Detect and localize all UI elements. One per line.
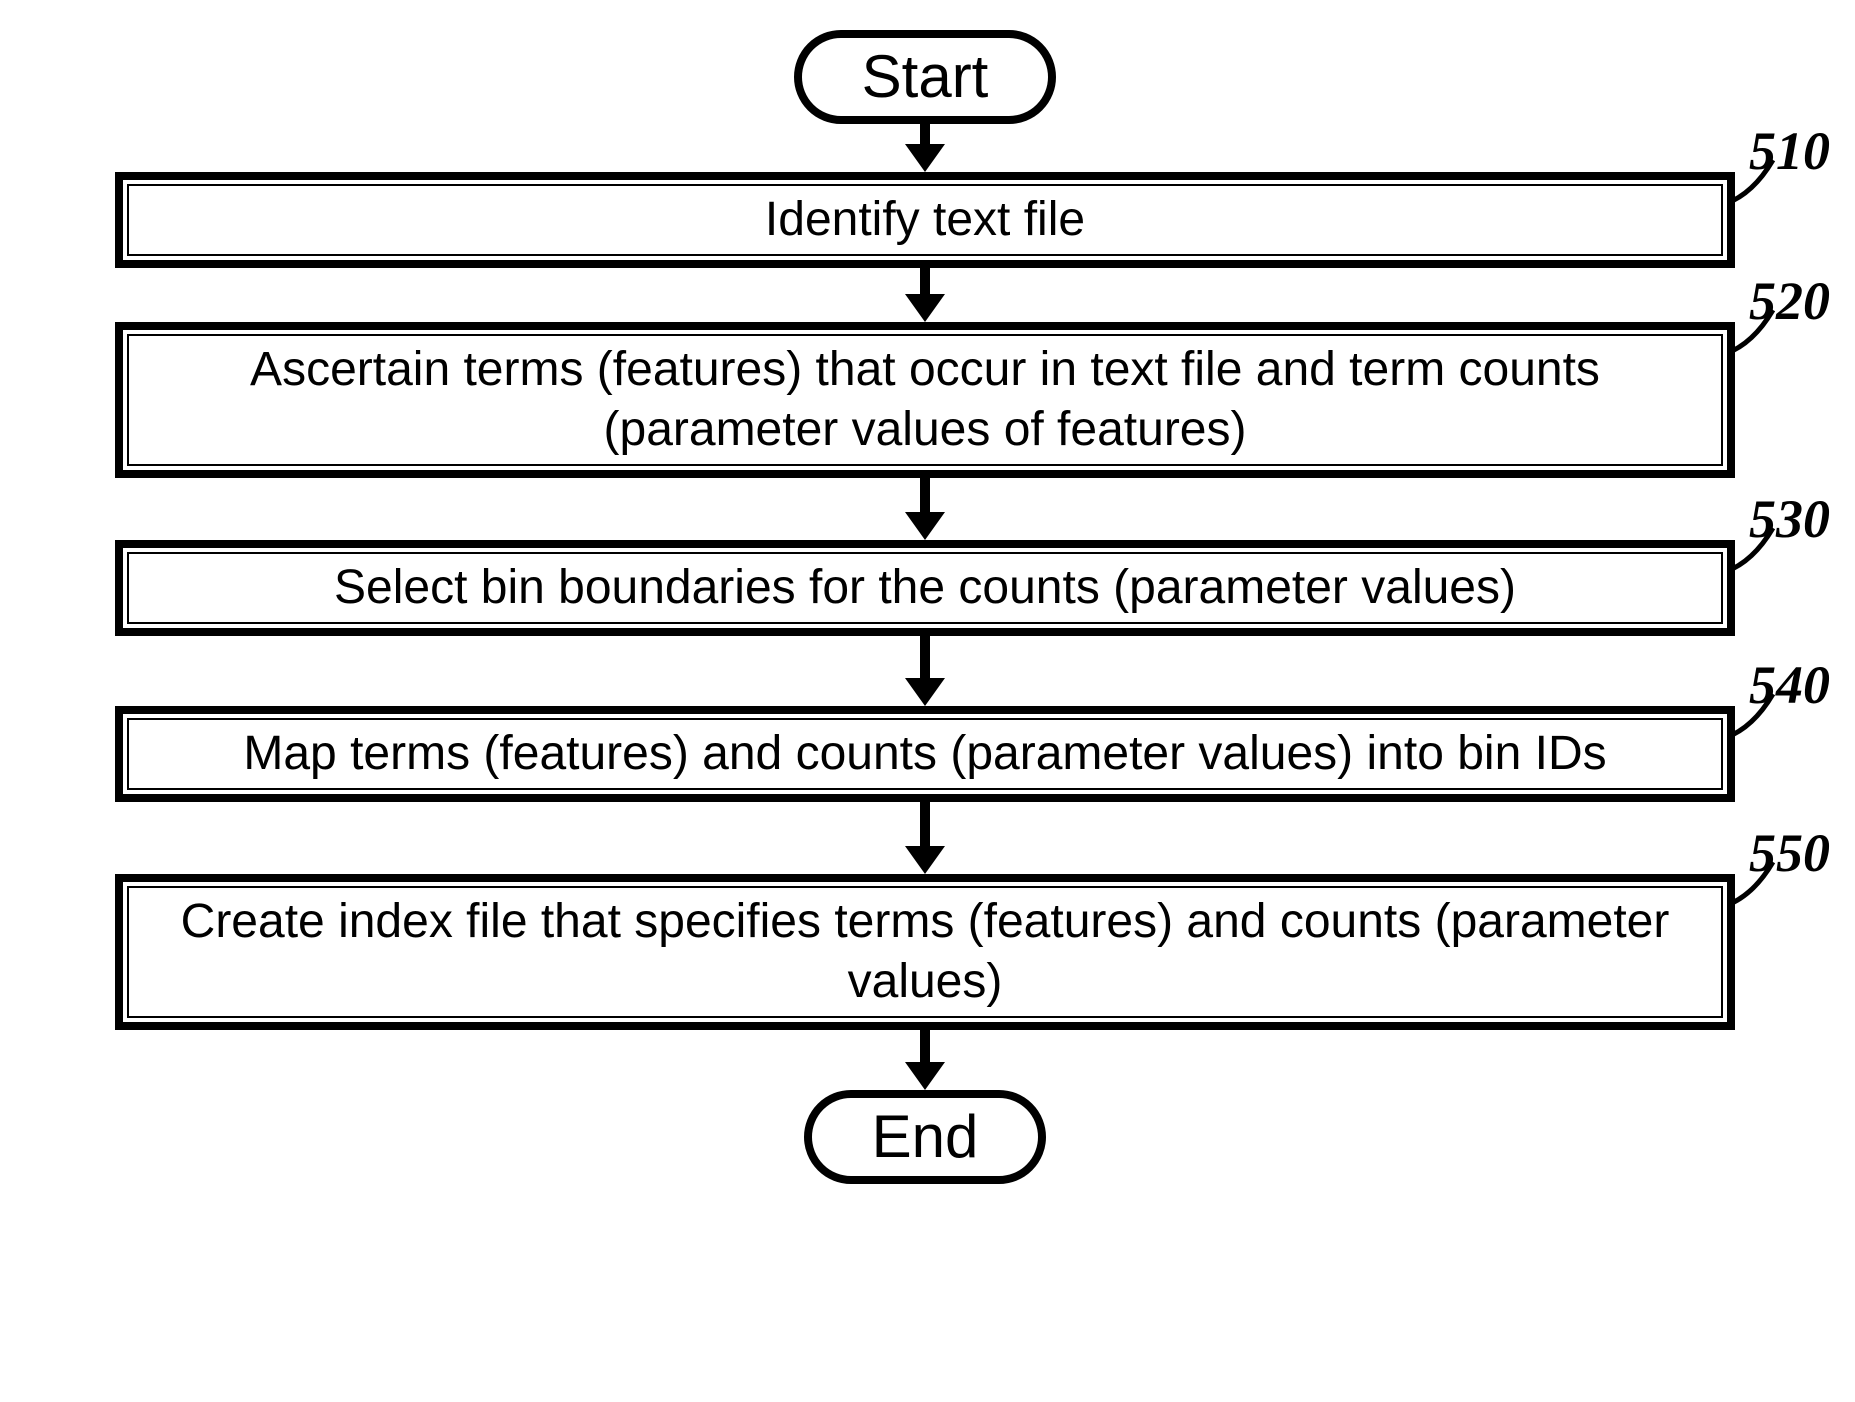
process-step-550: 550 Create index file that specifies ter… [115, 874, 1735, 1030]
process-step-530: 530 Select bin boundaries for the counts… [115, 540, 1735, 636]
process-step-520: 520 Ascertain terms (features) that occu… [115, 322, 1735, 478]
ref-label: 530 [1749, 488, 1830, 550]
process-step-510: 510 Identify text file [115, 172, 1735, 268]
process-text: Create index file that specifies terms (… [181, 895, 1670, 1008]
ref-label: 520 [1749, 270, 1830, 332]
end-label: End [872, 1103, 979, 1170]
flowchart-container: Start 510 Identify text file 520 Ascerta… [60, 30, 1790, 1184]
process-box: Identify text file [115, 172, 1735, 268]
process-text: Select bin boundaries for the counts (pa… [334, 561, 1516, 614]
ref-label: 550 [1749, 822, 1830, 884]
ref-label: 510 [1749, 120, 1830, 182]
end-terminator: End [804, 1090, 1047, 1184]
start-label: Start [862, 43, 989, 110]
process-box: Select bin boundaries for the counts (pa… [115, 540, 1735, 636]
start-terminator: Start [794, 30, 1057, 124]
process-box: Map terms (features) and counts (paramet… [115, 706, 1735, 802]
process-text: Ascertain terms (features) that occur in… [250, 343, 1600, 456]
ref-label: 540 [1749, 654, 1830, 716]
process-box: Ascertain terms (features) that occur in… [115, 322, 1735, 478]
process-box: Create index file that specifies terms (… [115, 874, 1735, 1030]
process-step-540: 540 Map terms (features) and counts (par… [115, 706, 1735, 802]
process-text: Map terms (features) and counts (paramet… [243, 727, 1606, 780]
process-text: Identify text file [765, 193, 1085, 246]
